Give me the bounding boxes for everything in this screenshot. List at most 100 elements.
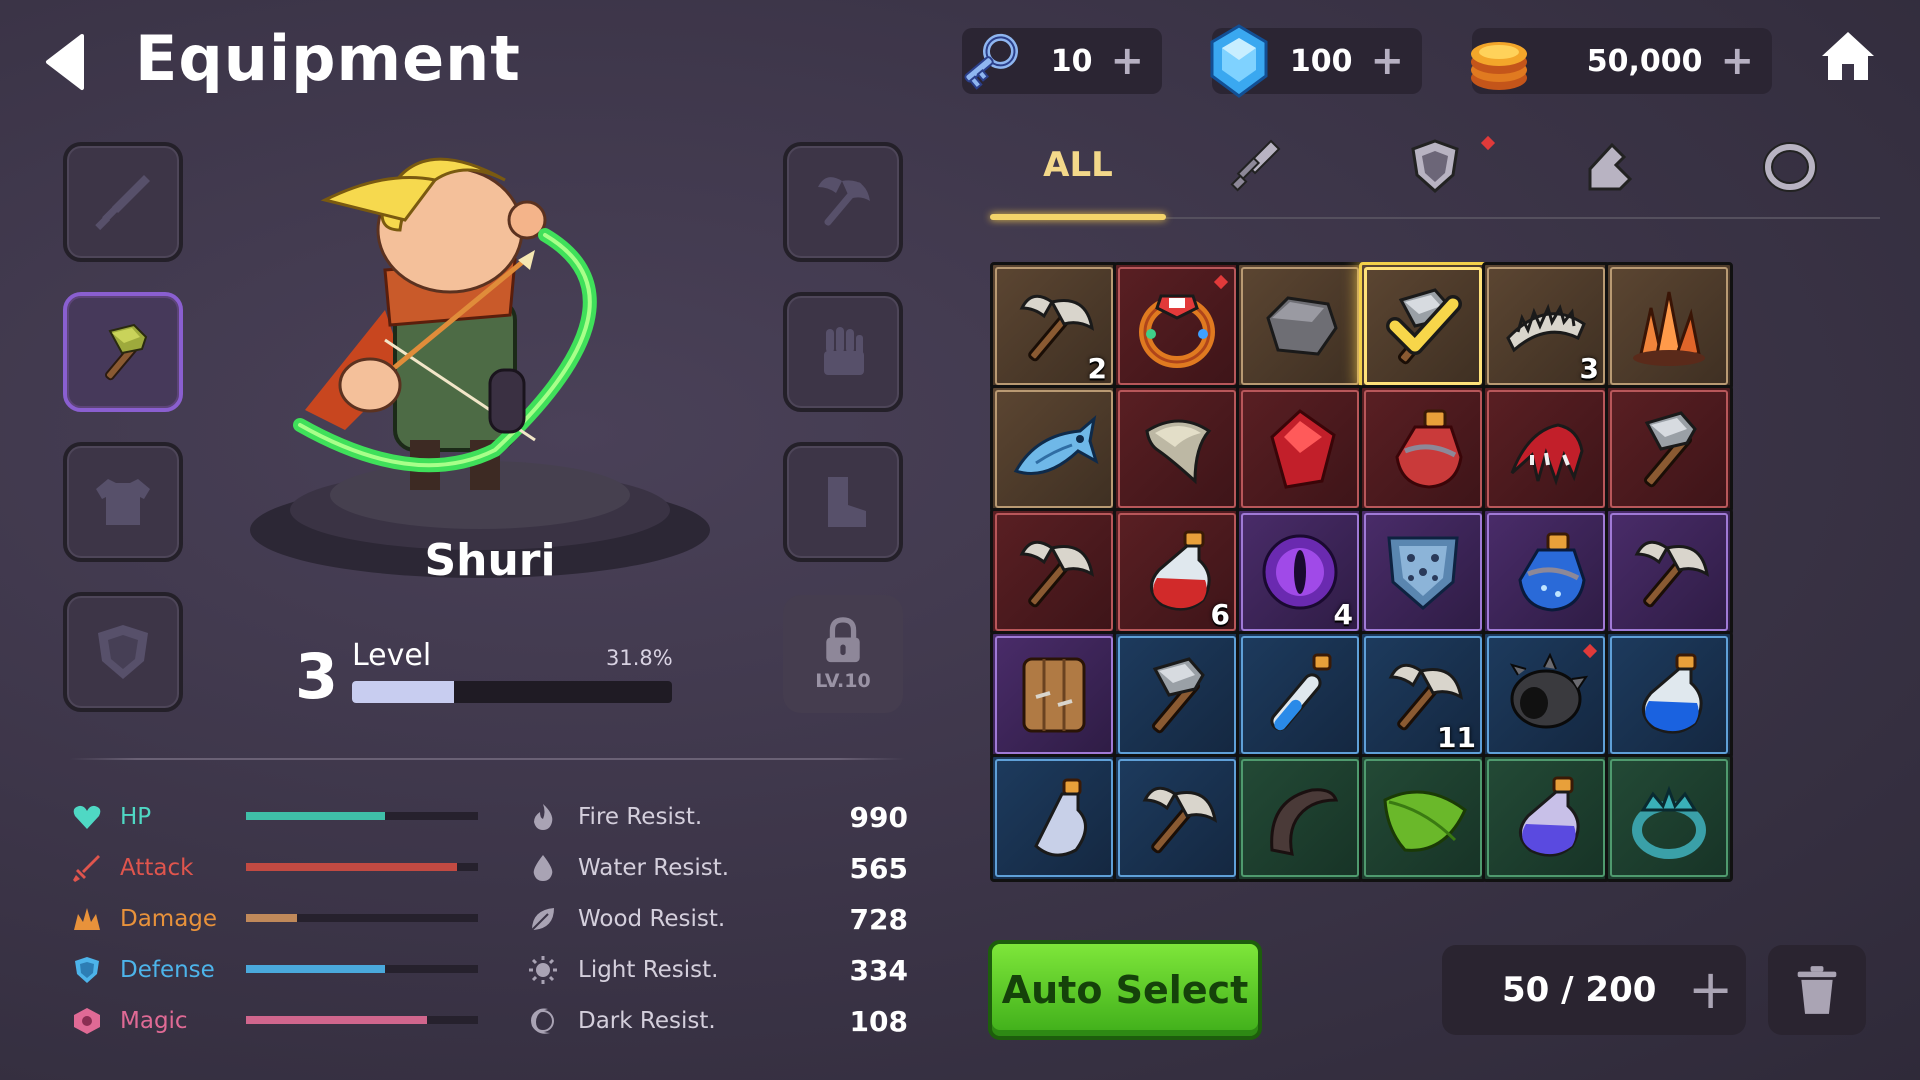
tab-armor[interactable] xyxy=(1365,130,1505,200)
inventory-grid[interactable]: 2 3 6 4 11 xyxy=(990,262,1870,1057)
inventory-item[interactable] xyxy=(1605,262,1733,390)
crown-ring-icon xyxy=(1632,785,1706,859)
add-coins-button[interactable]: + xyxy=(1720,41,1754,81)
moon-icon xyxy=(531,1008,554,1034)
inventory-item[interactable] xyxy=(990,508,1118,636)
inventory-item[interactable] xyxy=(1113,262,1241,390)
inventory-item[interactable]: 2 xyxy=(990,262,1118,390)
stat-label: Defense xyxy=(120,957,215,983)
stat-hp: HP xyxy=(72,797,478,837)
tab-accessories[interactable] xyxy=(1720,130,1860,200)
stat-bar-fill xyxy=(246,1016,427,1024)
stat-label: Damage xyxy=(120,906,218,932)
inventory-item[interactable] xyxy=(1482,508,1610,636)
inventory-item[interactable] xyxy=(1113,631,1241,759)
inventory-item[interactable] xyxy=(1113,385,1241,513)
inventory-item[interactable] xyxy=(1605,631,1733,759)
hammer-icon xyxy=(1151,657,1205,734)
claw-icon xyxy=(1510,423,1584,486)
stone-icon xyxy=(1266,296,1338,356)
inventory-item[interactable] xyxy=(1359,754,1487,882)
gem-icon xyxy=(1210,24,1268,98)
inventory-item[interactable]: 6 xyxy=(1113,508,1241,636)
wood-shield-icon xyxy=(1022,657,1086,733)
tab-all[interactable]: ALL xyxy=(1008,130,1148,200)
tab-weapons[interactable] xyxy=(1185,130,1325,200)
sun-icon xyxy=(529,956,557,984)
inventory-item[interactable] xyxy=(1482,754,1610,882)
inventory-item[interactable] xyxy=(1605,385,1733,513)
hammer-slot[interactable] xyxy=(63,292,183,412)
inventory-item[interactable] xyxy=(1605,508,1733,636)
armor-slot-icon xyxy=(96,479,150,525)
inventory-item[interactable]: 11 xyxy=(1359,631,1487,759)
leaf-item-icon xyxy=(1383,790,1467,852)
trash-icon xyxy=(1797,966,1837,1014)
inventory-item[interactable] xyxy=(1482,631,1610,759)
inventory-item[interactable] xyxy=(1236,385,1364,513)
tab-boots[interactable] xyxy=(1540,130,1680,200)
inventory-item[interactable] xyxy=(990,754,1118,882)
fish-icon xyxy=(1013,415,1099,475)
item-count: 4 xyxy=(1333,598,1353,631)
resist-label: Water Resist. xyxy=(578,855,730,881)
inventory-item[interactable] xyxy=(1605,754,1733,882)
axe-slot-icon xyxy=(818,177,870,226)
inventory-item[interactable] xyxy=(990,631,1118,759)
sword-slot-icon xyxy=(95,175,150,231)
resist-label: Fire Resist. xyxy=(578,804,703,830)
axe-slot[interactable] xyxy=(783,142,903,262)
home-button[interactable] xyxy=(1820,28,1876,84)
horn-icon xyxy=(1270,788,1339,856)
blue-jar-icon xyxy=(1518,532,1586,612)
add-keys-button[interactable]: + xyxy=(1110,41,1144,81)
inventory-item[interactable] xyxy=(1236,631,1364,759)
inventory-item[interactable]: 3 xyxy=(1482,262,1610,390)
armor-slot[interactable] xyxy=(63,442,183,562)
capacity-value: 50 / 200 xyxy=(1502,970,1657,1010)
inventory-item[interactable] xyxy=(990,385,1118,513)
back-arrow-icon xyxy=(46,34,84,90)
inventory-item[interactable] xyxy=(1359,508,1487,636)
boot-slot[interactable] xyxy=(783,442,903,562)
checkmark-icon xyxy=(1386,295,1462,355)
blue-potion-icon xyxy=(1642,653,1703,734)
inventory-item[interactable] xyxy=(1482,385,1610,513)
inventory-item[interactable] xyxy=(1359,262,1487,390)
shield-icon xyxy=(75,957,99,983)
stat-bar-fill xyxy=(246,914,298,922)
resist-value: 990 xyxy=(849,800,908,834)
inventory-item[interactable] xyxy=(1236,262,1364,390)
delete-button[interactable] xyxy=(1768,945,1866,1035)
expand-capacity-button[interactable]: + xyxy=(1688,963,1733,1017)
divider xyxy=(70,758,905,760)
resist-label: Wood Resist. xyxy=(578,906,726,932)
auto-select-button[interactable]: Auto Select xyxy=(988,940,1262,1040)
ruby-icon xyxy=(1270,409,1336,489)
magic-icon xyxy=(74,1008,100,1034)
inventory-item[interactable] xyxy=(1359,385,1487,513)
ring-icon xyxy=(1139,294,1215,368)
water-drop-icon xyxy=(533,855,553,881)
add-gems-button[interactable]: + xyxy=(1370,41,1404,81)
leaf-icon xyxy=(531,908,554,931)
coin-count: 50,000 xyxy=(1586,43,1703,79)
level-progress-fill xyxy=(352,681,454,703)
character-shuri xyxy=(250,157,710,578)
back-button[interactable] xyxy=(40,30,96,94)
sword-icon xyxy=(73,855,100,882)
sword-tab-icon xyxy=(1230,139,1281,192)
shield-slot[interactable] xyxy=(63,592,183,712)
heart-icon xyxy=(73,805,101,829)
resist-light: Light Resist. 334 xyxy=(528,950,908,990)
locked-slot-level: LV.10 xyxy=(815,670,871,692)
inventory-item[interactable] xyxy=(1236,754,1364,882)
glove-slot[interactable] xyxy=(783,292,903,412)
weapon-slot[interactable] xyxy=(63,142,183,262)
inventory-item[interactable]: 4 xyxy=(1236,508,1364,636)
inventory-item[interactable] xyxy=(1113,754,1241,882)
gem-count: 100 xyxy=(1289,43,1353,79)
axe-icon xyxy=(1634,540,1710,608)
level-progress-bar xyxy=(352,681,672,703)
ring-tab-icon xyxy=(1763,142,1817,192)
